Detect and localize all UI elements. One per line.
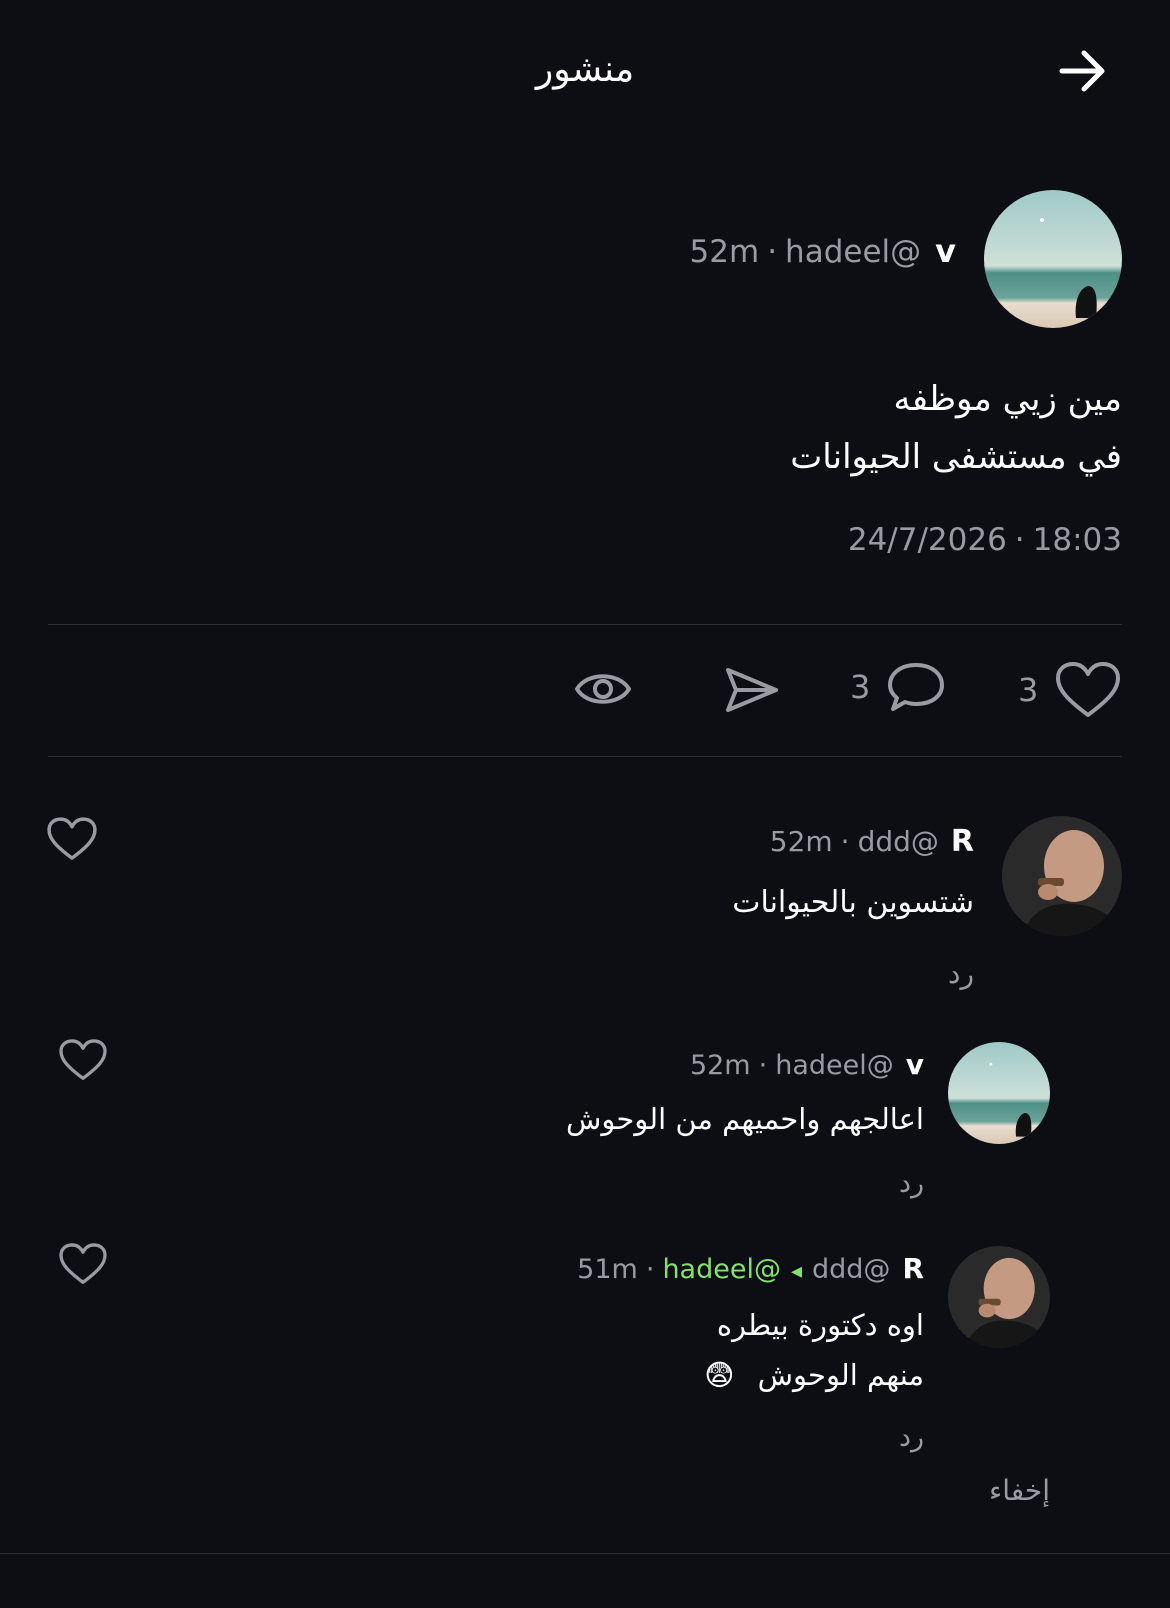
post-text-line: في مستشفى الحيوانات [790, 437, 1122, 477]
likes-count: 3 [1018, 671, 1039, 709]
comment-text-part: منهم الوحوش [757, 1358, 924, 1392]
comments-count: 3 [850, 668, 871, 706]
comment-like-button[interactable] [58, 1038, 108, 1082]
bottom-divider [0, 1553, 1170, 1554]
post-time-ago: 52m [689, 234, 760, 270]
post-timestamp: 24/7/2026 · 18:03 [848, 522, 1122, 558]
heart-icon [1056, 662, 1121, 717]
send-icon [726, 668, 778, 712]
comment-author-name[interactable]: R [951, 824, 974, 859]
post-author-avatar[interactable] [984, 190, 1122, 328]
comment-handle[interactable]: ddd@ [858, 825, 939, 858]
heart-icon [47, 817, 97, 860]
comment-time-ago: 52m [769, 825, 833, 858]
reply-arrow-icon: ◂ [790, 1259, 803, 1284]
post-text: مين زيي موظفه في مستشفى الحيوانات [222, 370, 1122, 486]
comment-text-line: منهم الوحوش 😨 [224, 1350, 924, 1400]
share-button[interactable] [722, 664, 780, 716]
separator-dot: · [840, 825, 850, 858]
separator-dot: · [1014, 522, 1025, 558]
separator-dot: · [767, 234, 778, 270]
comment-author-name[interactable]: v [906, 1048, 924, 1081]
heart-icon [59, 1243, 107, 1284]
comment-time-ago: 51m [577, 1254, 638, 1285]
comment-like-button[interactable] [58, 1242, 108, 1286]
arrow-right-icon [1059, 50, 1105, 92]
comment-meta: 52m · ddd@ R [770, 824, 974, 859]
post-handle[interactable]: hadeel@ [785, 234, 921, 270]
comment-meta: 51m · hadeel@ ◂ ddd@ R [577, 1252, 924, 1285]
comment-text: شتسوين بالحيوانات [732, 885, 974, 920]
post-meta: 52m · hadeel@ v [690, 232, 956, 270]
page-title: منشور [535, 49, 635, 90]
fearful-face-emoji: 😨 [704, 1358, 735, 1392]
comment-handle[interactable]: ddd@ [812, 1254, 890, 1285]
comment-meta: 52m · hadeel@ v [690, 1048, 924, 1081]
comment-text: اعالجهم واحميهم من الوحوش [565, 1102, 924, 1136]
comment-time-ago: 52m [689, 1050, 751, 1081]
post-date: 24/7/2026 [847, 522, 1007, 558]
post-author-name[interactable]: v [935, 232, 956, 270]
like-button[interactable]: 3 [1018, 660, 1122, 720]
post-text-line: مين زيي موظفه [893, 379, 1122, 419]
reply-button[interactable]: رد [899, 1418, 924, 1458]
comment-author-avatar[interactable] [948, 1246, 1050, 1348]
comment-bubble-icon [888, 663, 945, 711]
heart-icon [59, 1039, 107, 1080]
separator-dot: · [758, 1050, 768, 1081]
comment-like-button[interactable] [46, 816, 98, 862]
divider [48, 624, 1122, 625]
comment-author-avatar[interactable] [948, 1042, 1050, 1144]
comment-text: اوه دكتورة بيطره منهم الوحوش 😨 [224, 1300, 924, 1400]
comment-handle[interactable]: hadeel@ [775, 1050, 894, 1081]
comment-text-line: اوه دكتورة بيطره [716, 1308, 924, 1342]
comment-author-name[interactable]: R [902, 1252, 924, 1285]
divider [48, 756, 1122, 757]
views-button[interactable] [574, 664, 632, 714]
hide-replies-button[interactable]: إخفاء [989, 1470, 1050, 1512]
reply-to-mention[interactable]: hadeel@ [662, 1254, 781, 1285]
post-time: 18:03 [1032, 522, 1122, 558]
separator-dot: · [645, 1254, 655, 1285]
eye-icon [575, 674, 631, 704]
reply-button[interactable]: رد [899, 1164, 924, 1204]
reply-button[interactable]: رد [948, 954, 974, 994]
back-button[interactable] [1052, 40, 1114, 102]
comment-author-avatar[interactable] [1002, 816, 1122, 936]
comments-button[interactable]: 3 [850, 660, 946, 714]
